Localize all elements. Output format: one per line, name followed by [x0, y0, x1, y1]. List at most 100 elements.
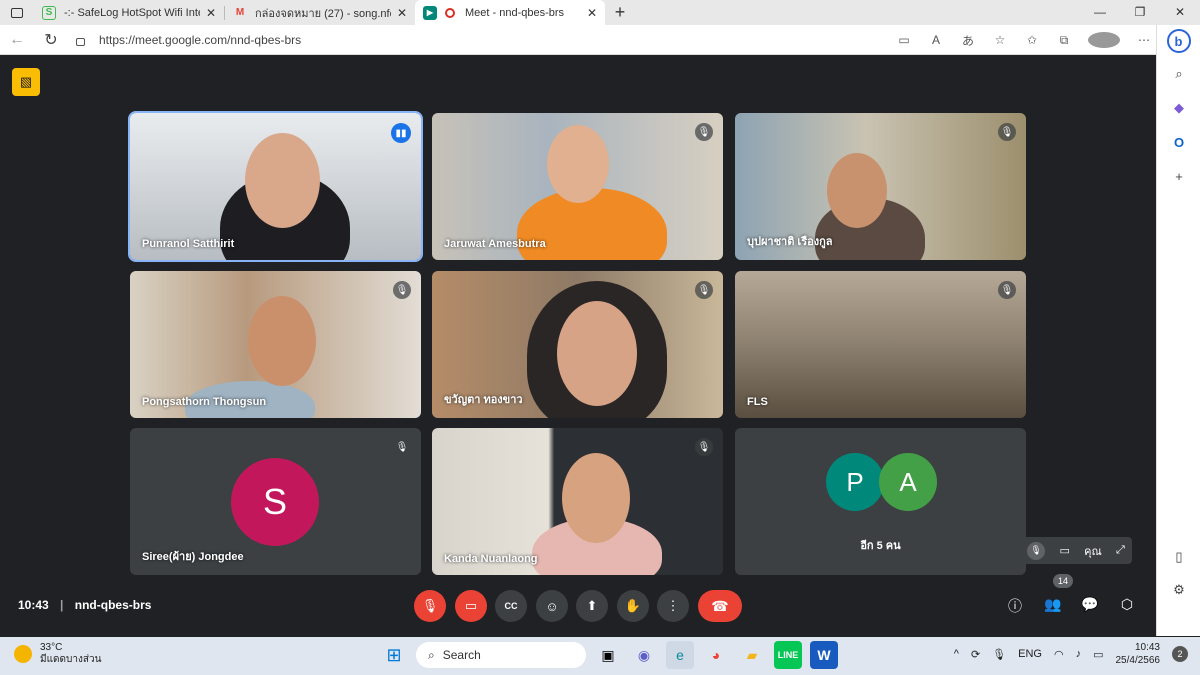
presentation-icon[interactable]: ▧ [12, 68, 40, 96]
notification-badge[interactable]: 2 [1172, 646, 1188, 662]
participant-tile[interactable]: 🎙 ขวัญตา ทองขาว [432, 271, 723, 418]
edge-icon[interactable]: e [666, 641, 694, 669]
minimize-button[interactable]: — [1080, 0, 1120, 25]
taskbar-search[interactable]: ⌕ Search [416, 642, 586, 668]
chat-icon[interactable]: 💬 [1079, 596, 1101, 613]
profile-avatar[interactable] [1088, 32, 1120, 48]
people-icon[interactable]: 👥 [1042, 596, 1064, 613]
add-favorite-icon[interactable]: ☆ [984, 33, 1016, 47]
edge-sidebar: b ⌕ ◆ O + ▯ ⚙ [1156, 25, 1200, 636]
back-button[interactable]: ← [0, 31, 34, 49]
participant-tile[interactable]: S 🎙 Siree(ผ้าย) Jongdee [130, 428, 421, 575]
camera-toggle-button[interactable]: ▭ [455, 590, 487, 622]
raise-hand-button[interactable]: ✋ [617, 590, 649, 622]
meeting-time: 10:43 [18, 598, 49, 612]
recording-icon [445, 7, 455, 18]
search-label: Search [442, 648, 481, 662]
mic-toggle-button[interactable]: 🎙 [414, 590, 446, 622]
muted-mic-icon: 🎙 [695, 123, 713, 141]
expand-icon[interactable]: ⤢ [1116, 544, 1125, 557]
clock[interactable]: 10:43 25/4/2566 [1116, 641, 1161, 667]
outlook-icon[interactable]: O [1157, 125, 1200, 159]
file-explorer-icon[interactable]: ▰ [738, 641, 766, 669]
participant-tile[interactable]: ▮▮ Punranol Satthirit [128, 111, 423, 262]
chrome-icon[interactable]: ◕ [702, 641, 730, 669]
sidebar-layout-icon[interactable]: ▯ [1157, 540, 1200, 574]
participant-name: Jaruwat Amesbutra [444, 238, 546, 250]
sidebar-tools-icon[interactable]: ◆ [1157, 91, 1200, 125]
others-tile[interactable]: P A อีก 5 คน [735, 428, 1026, 575]
participant-name: บุปผาชาติ เรืองกูล [747, 236, 833, 248]
bing-chat-icon[interactable]: b [1166, 29, 1191, 53]
volume-icon[interactable]: ♪ [1076, 648, 1082, 660]
emoji-button[interactable]: ☺ [536, 590, 568, 622]
line-icon[interactable]: LINE [774, 641, 802, 669]
more-options-button[interactable]: ⋮ [657, 590, 689, 622]
participant-tile[interactable]: 🎙 Kanda Nuanlaong [432, 428, 723, 575]
muted-mic-icon: 🎙 [393, 281, 411, 299]
favorites-icon[interactable]: ✩ [1016, 33, 1048, 47]
muted-mic-icon: 🎙 [998, 281, 1016, 299]
speaking-indicator-icon: ▮▮ [391, 123, 411, 143]
activities-icon[interactable]: ⬡ [1116, 596, 1138, 613]
sidebar-search-icon[interactable]: ⌕ [1157, 57, 1200, 91]
teams-chat-icon[interactable]: ◉ [630, 641, 658, 669]
microphone-icon[interactable]: 🎙 [992, 648, 1006, 661]
participant-tile[interactable]: 🎙 Jaruwat Amesbutra [432, 113, 723, 260]
temperature: 33°C [40, 642, 63, 653]
participant-face [827, 153, 887, 228]
start-icon[interactable]: ⊞ [380, 641, 408, 669]
participant-tile[interactable]: 🎙 Pongsathorn Thongsun [130, 271, 421, 418]
window-controls: — ❐ ✕ [1080, 0, 1200, 25]
language-indicator[interactable]: ENG [1018, 648, 1042, 660]
participant-face [557, 301, 637, 406]
reload-button[interactable]: ↻ [34, 30, 68, 50]
safelog-favicon: S [42, 5, 56, 20]
tab-actions-icon[interactable] [0, 0, 34, 25]
tab-title: -:- SafeLog HotSpot Wifi Internet [64, 6, 200, 19]
clock-date: 25/4/2566 [1115, 655, 1161, 666]
maximize-button[interactable]: ❐ [1120, 0, 1160, 25]
tab-gmail[interactable]: M กล่องจดหมาย (27) - song.nfe.sk@g ✕ [225, 0, 415, 25]
translate-icon[interactable]: あ [952, 32, 984, 49]
muted-mic-icon: 🎙 [998, 123, 1016, 141]
battery-icon[interactable]: ▭ [1093, 648, 1103, 661]
meeting-info-icon[interactable]: ⓘ [1004, 596, 1026, 616]
present-screen-button[interactable]: ⬆ [576, 590, 608, 622]
participant-name: Kanda Nuanlaong [444, 553, 538, 565]
taskbar-apps: ⊞ ⌕ Search ▣ ◉ e ◕ ▰ LINE W [380, 641, 838, 669]
search-icon: ⌕ [428, 647, 435, 662]
participant-tile[interactable]: 🎙 FLS [735, 271, 1026, 418]
close-window-button[interactable]: ✕ [1160, 0, 1200, 25]
tab-meet[interactable]: ▶ Meet - nnd-qbes-brs ✕ [415, 0, 605, 25]
close-tab-icon[interactable]: ✕ [397, 6, 407, 20]
participant-tile[interactable]: 🎙 บุปผาชาติ เรืองกูล [735, 113, 1026, 260]
url-field[interactable]: https://meet.google.com/nnd-qbes-brs [76, 33, 301, 47]
sidebar-settings-icon[interactable]: ⚙ [1157, 573, 1200, 607]
participant-name: Siree(ผ้าย) Jongdee [142, 551, 244, 563]
chevron-up-icon[interactable]: ^ [954, 648, 959, 660]
sidebar-add-icon[interactable]: + [1157, 159, 1200, 193]
task-view-icon[interactable]: ▣ [594, 641, 622, 669]
captions-button[interactable]: CC [495, 590, 527, 622]
sync-icon[interactable]: ⟳ [971, 648, 980, 661]
read-aloud-icon[interactable]: A [920, 33, 952, 47]
new-tab-button[interactable]: + [605, 2, 635, 23]
camera-in-use-icon[interactable]: ▭ [888, 33, 920, 47]
avatar: P [826, 453, 884, 511]
tab-safelog[interactable]: S -:- SafeLog HotSpot Wifi Internet ✕ [34, 0, 224, 25]
meet-favicon: ▶ [423, 5, 437, 20]
close-tab-icon[interactable]: ✕ [587, 6, 597, 20]
wifi-icon[interactable]: ◠ [1054, 648, 1064, 661]
close-tab-icon[interactable]: ✕ [206, 6, 216, 20]
collections-icon[interactable]: ⧉ [1048, 33, 1080, 48]
clock-time: 10:43 [1134, 642, 1160, 653]
weather-widget[interactable]: 33°C มีแดดบางส่วน [14, 642, 101, 666]
camera-off-icon[interactable]: ▭ [1059, 544, 1069, 557]
muted-mic-icon: 🎙 [695, 438, 713, 456]
mic-off-icon[interactable]: 🎙 [1027, 541, 1046, 560]
word-icon[interactable]: W [810, 641, 838, 669]
participant-face [248, 296, 316, 386]
tab-title: Meet - nnd-qbes-brs [465, 6, 565, 19]
leave-call-button[interactable]: ☎ [698, 590, 742, 622]
